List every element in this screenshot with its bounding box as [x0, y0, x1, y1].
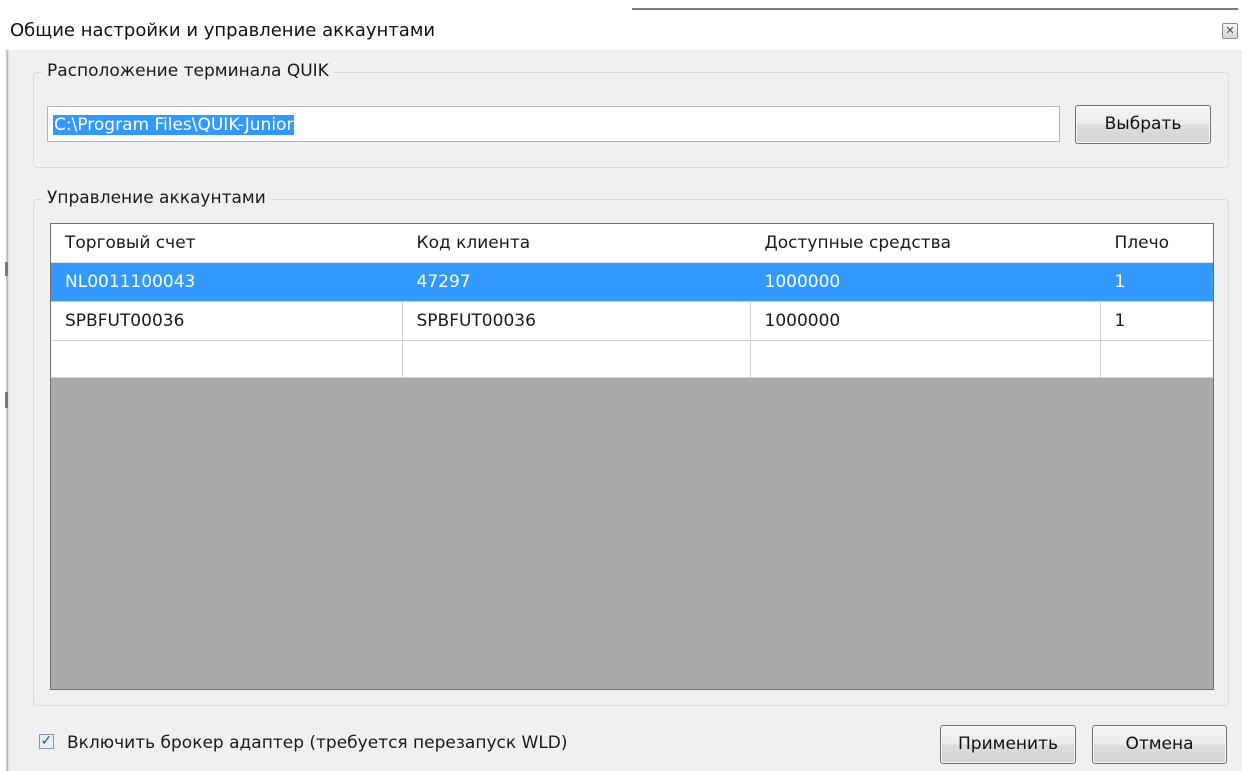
- column-header-leverage[interactable]: Плечо: [1100, 224, 1213, 263]
- column-header-account[interactable]: Торговый счет: [51, 224, 403, 263]
- cell-leverage[interactable]: 1: [1100, 301, 1213, 341]
- new-row[interactable]: [51, 340, 1213, 378]
- accounts-group-label: Управление аккаунтами: [42, 188, 271, 208]
- title-bar: Общие настройки и управление аккаунтами …: [0, 0, 1242, 50]
- window-frame-edge: [0, 0, 10, 771]
- cell-new-client-code[interactable]: [402, 340, 751, 378]
- checkmark-icon: ✓: [40, 733, 53, 749]
- broker-adapter-checkbox[interactable]: ✓: [39, 734, 54, 749]
- accounts-grid[interactable]: Торговый счет Код клиента Доступные сред…: [50, 223, 1214, 690]
- column-header-client-code[interactable]: Код клиента: [402, 224, 751, 263]
- frame-mark: [5, 392, 8, 408]
- cancel-button[interactable]: Отмена: [1092, 725, 1227, 764]
- frame-mark: [5, 262, 8, 276]
- cell-account[interactable]: SPBFUT00036: [51, 301, 403, 341]
- cell-client-code[interactable]: SPBFUT00036: [402, 301, 751, 341]
- cell-new-account[interactable]: [51, 340, 403, 378]
- cell-new-leverage[interactable]: [1100, 340, 1213, 378]
- title-divider: [632, 8, 1238, 10]
- dialog-title: Общие настройки и управление аккаунтами: [10, 20, 436, 41]
- column-header-funds[interactable]: Доступные средства: [750, 224, 1101, 263]
- terminal-path-input[interactable]: C:\Program Files\QUIK-Junior: [47, 106, 1060, 142]
- cell-funds[interactable]: 1000000: [750, 301, 1101, 341]
- cell-client-code[interactable]: 47297: [402, 262, 751, 302]
- cell-funds[interactable]: 1000000: [750, 262, 1101, 302]
- browse-button[interactable]: Выбрать: [1075, 105, 1211, 144]
- settings-dialog: Общие настройки и управление аккаунтами …: [0, 0, 1242, 771]
- cell-leverage[interactable]: 1: [1100, 262, 1213, 302]
- close-button[interactable]: ✕: [1222, 23, 1238, 39]
- terminal-location-label: Расположение терминала QUIK: [42, 61, 334, 81]
- broker-adapter-label: Включить брокер адаптер (требуется перез…: [67, 733, 568, 753]
- cell-new-funds[interactable]: [750, 340, 1101, 378]
- close-icon: ✕: [1225, 24, 1235, 37]
- grid-header-row: Торговый счет Код клиента Доступные сред…: [51, 224, 1213, 263]
- table-row[interactable]: SPBFUT00036 SPBFUT00036 1000000 1: [51, 301, 1213, 341]
- apply-button[interactable]: Применить: [940, 725, 1076, 764]
- terminal-path-value: C:\Program Files\QUIK-Junior: [53, 115, 295, 135]
- table-row[interactable]: NL0011100043 47297 1000000 1: [51, 262, 1213, 302]
- cell-account[interactable]: NL0011100043: [51, 262, 403, 302]
